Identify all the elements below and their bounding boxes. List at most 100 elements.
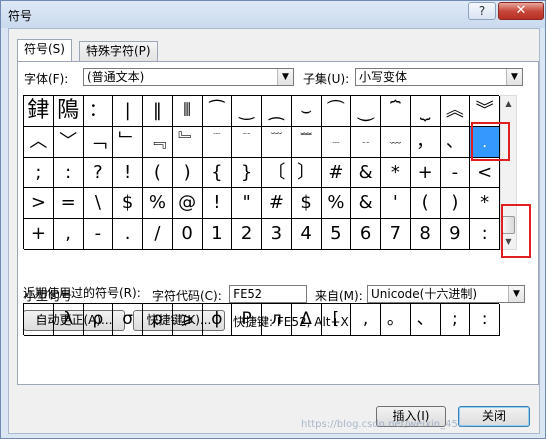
symbol-cell[interactable]: @ bbox=[172, 188, 203, 220]
symbol-cell[interactable]: . bbox=[113, 219, 143, 250]
symbol-cell[interactable]: , bbox=[53, 219, 84, 250]
recent-symbol-cell[interactable]: Δ bbox=[291, 304, 322, 336]
symbol-cell[interactable]: : bbox=[53, 157, 84, 189]
tab-symbols[interactable]: 符号(S) bbox=[17, 39, 72, 61]
symbol-cell[interactable]: * bbox=[381, 157, 411, 189]
symbol-cell[interactable]: ﹉ bbox=[202, 126, 233, 158]
symbol-cell[interactable]: % bbox=[143, 188, 173, 220]
close-window-button[interactable]: ✕ bbox=[498, 2, 544, 20]
symbol-cell[interactable]: ; bbox=[24, 157, 54, 189]
close-button[interactable]: 关闭 bbox=[458, 406, 530, 427]
symbol-cell[interactable]: \ bbox=[83, 188, 114, 220]
symbol-cell[interactable]: ﹊ bbox=[232, 126, 262, 158]
recent-symbol-cell[interactable]: л bbox=[262, 304, 292, 336]
symbol-cell[interactable]: | bbox=[113, 96, 143, 127]
symbol-cell[interactable]: ﹌ bbox=[291, 126, 322, 158]
recent-symbol-cell[interactable]: ; bbox=[440, 304, 471, 336]
symbol-cell[interactable]: ( bbox=[143, 157, 173, 189]
symbol-cell[interactable]: 4 bbox=[291, 219, 322, 250]
recent-symbol-cell[interactable]: [ bbox=[321, 304, 352, 336]
symbol-cell[interactable]: ： bbox=[83, 96, 114, 127]
recent-symbol-cell[interactable]: ρ bbox=[143, 304, 173, 336]
symbol-cell[interactable]: 9 bbox=[440, 219, 471, 250]
symbol-cell[interactable]: ﹃ bbox=[143, 126, 173, 158]
symbol-cell[interactable]: ⏝ bbox=[351, 96, 381, 127]
symbol-cell[interactable]: < bbox=[470, 157, 500, 189]
symbol-cell[interactable]: / bbox=[143, 219, 173, 250]
recent-symbol-cell[interactable]: · bbox=[24, 304, 54, 336]
symbol-cell[interactable]: 0 bbox=[172, 219, 203, 250]
symbol-cell[interactable]: ) bbox=[440, 188, 471, 220]
tab-special-characters[interactable]: 特殊字符(P) bbox=[79, 41, 158, 61]
symbol-cell[interactable]: ! bbox=[202, 188, 233, 220]
symbol-cell[interactable]: ‖ bbox=[143, 96, 173, 127]
symbol-cell[interactable]: ' bbox=[381, 188, 411, 220]
symbol-cell[interactable]: ⏞ bbox=[381, 96, 411, 127]
chevron-down-icon[interactable]: ▼ bbox=[506, 69, 522, 85]
recent-symbol-cell[interactable]: : bbox=[470, 304, 500, 336]
symbol-cell[interactable]: 2 bbox=[232, 219, 262, 250]
symbol-cell[interactable]: " bbox=[232, 188, 262, 220]
symbol-cell[interactable]: = bbox=[53, 188, 84, 220]
font-select[interactable]: (普通文本) ▼ bbox=[83, 68, 294, 86]
recent-symbol-cell[interactable]: ⩾ bbox=[172, 304, 203, 336]
symbol-cell[interactable]: ? bbox=[83, 157, 114, 189]
symbol-cell[interactable]: ﹏ bbox=[381, 126, 411, 158]
symbol-cell[interactable]: ! bbox=[113, 157, 143, 189]
recent-symbol-cell[interactable]: , bbox=[351, 304, 381, 336]
recent-symbol-cell[interactable]: ϕ bbox=[202, 304, 233, 336]
symbol-cell[interactable]: { bbox=[202, 157, 233, 189]
symbol-cell[interactable]: # bbox=[321, 157, 352, 189]
symbol-cell[interactable]: * bbox=[470, 188, 500, 220]
symbol-cell[interactable]: ⁀ bbox=[202, 96, 233, 127]
help-button[interactable]: ? bbox=[468, 2, 496, 20]
symbol-cell[interactable]: 1 bbox=[202, 219, 233, 250]
symbol-cell[interactable]: ⏟ bbox=[410, 96, 441, 127]
symbol-cell[interactable]: ﹄ bbox=[172, 126, 203, 158]
symbol-cell[interactable]: # bbox=[262, 188, 292, 220]
recent-symbol-cell[interactable]: ρ bbox=[83, 304, 114, 336]
recent-symbol-cell[interactable]: σ bbox=[113, 304, 143, 336]
symbol-cell[interactable]: - bbox=[440, 157, 471, 189]
recent-symbol-cell[interactable]: Ρ bbox=[232, 304, 262, 336]
symbol-cell[interactable]: 5 bbox=[321, 219, 352, 250]
recent-symbol-cell[interactable]: 。 bbox=[381, 304, 411, 336]
recent-symbol-cell[interactable]: λ bbox=[53, 304, 84, 336]
symbol-cell[interactable]: ﹍ bbox=[321, 126, 352, 158]
symbol-cell[interactable]: ︽ bbox=[440, 96, 471, 127]
from-select[interactable]: Unicode(十六进制) ▼ bbox=[367, 285, 525, 303]
scroll-up-icon[interactable]: ▲ bbox=[501, 96, 516, 111]
recent-symbol-cell[interactable]: 、 bbox=[410, 304, 441, 336]
char-code-input[interactable]: FE52 bbox=[229, 285, 307, 303]
symbol-cell[interactable]: 3 bbox=[262, 219, 292, 250]
symbol-cell[interactable]: 7 bbox=[381, 219, 411, 250]
symbol-cell[interactable]: ⌣ bbox=[291, 96, 322, 127]
symbol-cell[interactable]: ⁔ bbox=[262, 96, 292, 127]
symbol-cell[interactable]: 8 bbox=[410, 219, 441, 250]
symbol-cell[interactable]: ( bbox=[410, 188, 441, 220]
symbol-cell[interactable]: ︿ bbox=[24, 126, 54, 158]
symbol-cell[interactable]: ) bbox=[172, 157, 203, 189]
symbol-cell[interactable]: : bbox=[470, 219, 500, 250]
symbol-cell[interactable]: } bbox=[232, 157, 262, 189]
symbol-cell[interactable]: & bbox=[351, 157, 381, 189]
symbol-cell[interactable]: ⏜ bbox=[321, 96, 352, 127]
symbol-cell[interactable]: $ bbox=[291, 188, 322, 220]
symbol-cell[interactable]: ﹎ bbox=[351, 126, 381, 158]
symbol-cell[interactable]: ﹋ bbox=[262, 126, 292, 158]
symbol-cell[interactable]: 隝 bbox=[53, 96, 84, 127]
symbol-cell[interactable]: - bbox=[83, 219, 114, 250]
symbol-cell[interactable]: 〔 bbox=[262, 157, 292, 189]
symbol-cell[interactable]: 6 bbox=[351, 219, 381, 250]
symbol-cell[interactable]: ‿ bbox=[232, 96, 262, 127]
symbol-cell[interactable]: 〕 bbox=[291, 157, 322, 189]
symbol-cell[interactable]: > bbox=[24, 188, 54, 220]
symbol-cell[interactable]: ﹂ bbox=[113, 126, 143, 158]
symbol-cell[interactable]: + bbox=[410, 157, 441, 189]
symbol-cell[interactable]: ⦀ bbox=[172, 96, 203, 127]
symbol-cell[interactable]: ﹁ bbox=[83, 126, 114, 158]
symbol-cell[interactable]: % bbox=[321, 188, 352, 220]
symbol-cell[interactable]: 銉 bbox=[24, 96, 54, 127]
chevron-down-icon[interactable]: ▼ bbox=[277, 69, 293, 85]
symbol-cell[interactable]: 、 bbox=[440, 126, 471, 158]
